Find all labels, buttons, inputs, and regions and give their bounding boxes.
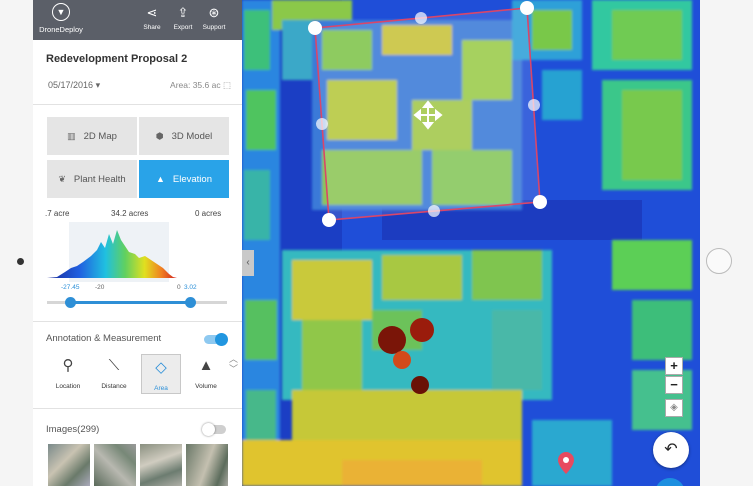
zoom-out-button[interactable]: −	[665, 376, 683, 394]
export-button[interactable]: ⇪ Export	[168, 5, 198, 31]
images-toggle[interactable]	[202, 423, 226, 436]
ruler-icon: ⟍	[108, 357, 120, 374]
app-screen: ‹ + − ◈ ↶ ▼ DroneDeploy ⋖ Share ⇪ Export…	[33, 0, 700, 486]
divider	[33, 408, 242, 409]
collapse-panel-button[interactable]: ‹	[242, 250, 254, 276]
range-max-handle[interactable]	[185, 297, 196, 308]
right-area-label: 0 acres	[195, 209, 222, 218]
layers-button[interactable]: ◈	[665, 399, 683, 417]
left-area-label: .7 acre	[45, 209, 70, 218]
cube-icon: ⬢	[155, 130, 164, 141]
location-icon: ⚲	[62, 357, 74, 374]
mountain-icon: ▲	[155, 174, 165, 184]
layers-icon: ◈	[670, 402, 678, 413]
dropdown-caret-icon: ▾	[95, 80, 101, 90]
export-icon: ⇪	[177, 5, 189, 20]
scroll-tools-button[interactable]: ︿ ﹀	[229, 354, 238, 374]
range-max-label: 3.02	[184, 284, 197, 291]
range-min-label: -27.45	[61, 284, 80, 291]
image-thumbnail[interactable]	[140, 444, 182, 486]
elevation-map[interactable]	[242, 0, 700, 486]
annotation-title: Annotation & Measurement	[46, 333, 162, 344]
leaf-icon: ❦	[58, 173, 66, 184]
polygon-vertex-handle[interactable]	[308, 21, 322, 35]
polygon-midpoint-handle[interactable]	[528, 99, 540, 111]
crop-icon[interactable]: ⬚	[223, 80, 231, 90]
camera-dot	[17, 258, 24, 265]
map-canvas[interactable]	[242, 0, 700, 486]
images-title: Images(299)	[46, 424, 100, 435]
polygon-midpoint-handle[interactable]	[415, 12, 427, 24]
view-3d-model-button[interactable]: ⬢ 3D Model	[139, 117, 229, 155]
project-title: Redevelopment Proposal 2	[46, 53, 188, 65]
top-toolbar: ▼ DroneDeploy ⋖ Share ⇪ Export ⊛ Support	[33, 0, 242, 40]
view-2d-map-button[interactable]: ▥ 2D Map	[47, 117, 137, 155]
elevation-histogram	[47, 222, 177, 282]
share-icon: ⋖	[146, 5, 158, 20]
view-elevation-button[interactable]: ▲ Elevation	[139, 160, 229, 198]
view-plant-health-button[interactable]: ❦ Plant Health	[47, 160, 137, 198]
annotation-toggle[interactable]	[204, 333, 228, 346]
area-readout: Area: 35.6 ac ⬚	[170, 80, 231, 90]
chevron-down-icon: ﹀	[229, 364, 239, 374]
polygon-midpoint-handle[interactable]	[316, 118, 328, 130]
polygon-midpoint-handle[interactable]	[428, 205, 440, 217]
image-thumbnail[interactable]	[48, 444, 90, 486]
range-zero-label: 0	[177, 284, 181, 291]
map-icon: ▥	[67, 130, 76, 141]
divider	[33, 104, 242, 105]
center-area-label: 34.2 acres	[111, 209, 149, 218]
brand-logo[interactable]: ▼ DroneDeploy	[36, 3, 86, 34]
support-icon: ⊛	[208, 5, 220, 20]
support-button[interactable]: ⊛ Support	[199, 5, 229, 31]
home-button[interactable]	[706, 248, 732, 274]
polygon-vertex-handle[interactable]	[322, 213, 336, 227]
slider-fill	[69, 301, 191, 304]
undo-icon: ↶	[664, 441, 678, 458]
divider	[33, 321, 242, 322]
date-selector[interactable]: 05/17/2016 ▾	[48, 80, 100, 91]
volume-tool[interactable]: ▲ Volume	[187, 353, 225, 390]
area-tool[interactable]: ◇ Area	[141, 354, 181, 394]
polygon-vertex-handle[interactable]	[520, 1, 534, 15]
zoom-in-button[interactable]: +	[665, 357, 683, 375]
chevron-up-icon: ︿	[229, 354, 239, 364]
undo-button[interactable]: ↶	[653, 432, 689, 468]
polygon-icon: ◇	[155, 359, 167, 376]
side-panel: ▼ DroneDeploy ⋖ Share ⇪ Export ⊛ Support…	[33, 0, 242, 486]
drone-icon: ▼	[52, 3, 70, 21]
distance-tool[interactable]: ⟍ Distance	[95, 353, 133, 390]
range-tick-label: -20	[95, 284, 105, 291]
location-tool[interactable]: ⚲ Location	[49, 353, 87, 390]
image-thumbnail[interactable]	[186, 444, 228, 486]
polygon-vertex-handle[interactable]	[533, 195, 547, 209]
image-thumbnail[interactable]	[94, 444, 136, 486]
pyramid-icon: ▲	[198, 357, 214, 374]
range-min-handle[interactable]	[65, 297, 76, 308]
share-button[interactable]: ⋖ Share	[137, 5, 167, 31]
